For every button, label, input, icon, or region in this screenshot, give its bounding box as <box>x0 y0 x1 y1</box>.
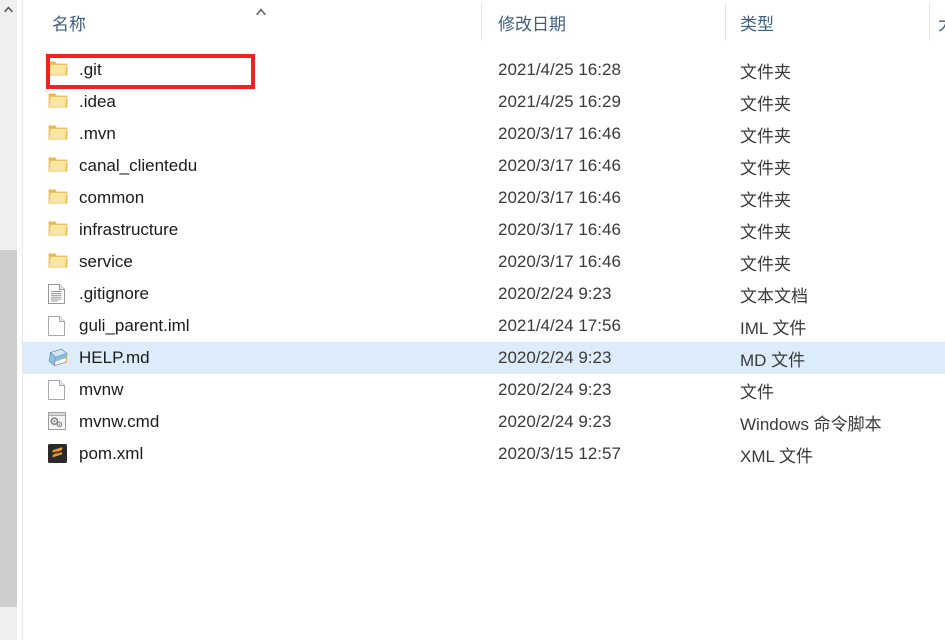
file-name-cell[interactable]: .mvn <box>23 118 116 150</box>
file-type-cell: XML 文件 <box>740 446 814 466</box>
table-row[interactable]: service 2020/3/17 16:46 文件夹 <box>23 246 945 278</box>
file-name-cell[interactable]: .idea <box>23 86 116 118</box>
date-modified-cell: 2020/2/24 9:23 <box>498 380 612 399</box>
file-name-label: mvnw <box>79 380 124 399</box>
column-separator-1[interactable] <box>481 3 482 41</box>
date-modified-cell: 2020/2/24 9:23 <box>498 284 612 303</box>
file-name-label: mvnw.cmd <box>79 412 160 431</box>
file-type-cell: MD 文件 <box>740 350 806 370</box>
date-modified-cell: 2020/3/17 16:46 <box>498 124 621 143</box>
folder-icon <box>48 92 68 112</box>
table-row[interactable]: HELP.md 2020/2/24 9:23 MD 文件 <box>23 342 945 374</box>
file-name-label: .mvn <box>79 124 116 143</box>
file-type-cell: 文件夹 <box>740 62 791 82</box>
file-name-label: infrastructure <box>79 220 179 239</box>
file-name-label: canal_clientedu <box>79 156 198 175</box>
file-type-cell: 文件 <box>740 382 774 402</box>
date-modified-cell: 2021/4/24 17:56 <box>498 316 621 335</box>
date-modified-cell: 2020/2/24 9:23 <box>498 412 612 431</box>
table-row[interactable]: .mvn 2020/3/17 16:46 文件夹 <box>23 118 945 150</box>
date-modified-cell: 2020/3/17 16:46 <box>498 252 621 271</box>
file-list-rows: .git 2021/4/25 16:28 文件夹 .idea 2021/4/25 16:… <box>23 54 945 470</box>
file-name-cell[interactable]: service <box>23 246 133 278</box>
file-type-cell: 文件夹 <box>740 190 791 210</box>
table-row[interactable]: .gitignore 2020/2/24 9:23 文本文档 <box>23 278 945 310</box>
sublime-text-icon <box>48 444 68 464</box>
markdown-notepad-icon <box>48 348 68 368</box>
file-name-cell[interactable]: HELP.md <box>23 342 150 374</box>
file-name-cell[interactable]: mvnw <box>23 374 123 406</box>
sort-ascending-icon <box>251 5 271 19</box>
table-row[interactable]: common 2020/3/17 16:46 文件夹 <box>23 182 945 214</box>
table-row[interactable]: mvnw 2020/2/24 9:23 文件 <box>23 374 945 406</box>
blank-document-icon <box>48 316 68 336</box>
file-name-cell[interactable]: pom.xml <box>23 438 143 470</box>
column-header-name-label: 名称 <box>52 14 86 34</box>
file-name-cell[interactable]: common <box>23 182 144 214</box>
text-document-icon <box>48 284 68 304</box>
table-row[interactable]: canal_clientedu 2020/3/17 16:46 文件夹 <box>23 150 945 182</box>
folder-icon <box>48 188 68 208</box>
column-header-date-modified[interactable]: 修改日期 <box>498 0 708 44</box>
file-name-cell[interactable]: mvnw.cmd <box>23 406 159 438</box>
file-type-cell: 文件夹 <box>740 254 791 274</box>
column-separator-2[interactable] <box>725 3 726 41</box>
folder-icon <box>48 252 68 272</box>
date-modified-cell: 2020/3/17 16:46 <box>498 156 621 175</box>
scrollbar-thumb[interactable] <box>0 250 17 607</box>
table-row[interactable]: infrastructure 2020/3/17 16:46 文件夹 <box>23 214 945 246</box>
file-name-cell[interactable]: .gitignore <box>23 278 149 310</box>
file-type-cell: Windows 命令脚本 <box>740 414 882 434</box>
file-name-cell[interactable]: canal_clientedu <box>23 150 197 182</box>
file-type-cell: 文件夹 <box>740 126 791 146</box>
folder-icon <box>48 124 68 144</box>
file-name-label: guli_parent.iml <box>79 316 190 335</box>
column-header-size-label: 大 <box>938 10 945 35</box>
file-name-label: service <box>79 252 133 271</box>
column-header-row: 名称 修改日期 类型 大 <box>23 0 945 44</box>
date-modified-cell: 2020/3/17 16:46 <box>498 220 621 239</box>
column-header-type[interactable]: 类型 <box>740 0 920 44</box>
column-header-date-label: 修改日期 <box>498 14 566 34</box>
date-modified-cell: 2021/4/25 16:28 <box>498 60 621 79</box>
column-separator-3[interactable] <box>929 3 930 41</box>
table-row[interactable]: mvnw.cmd 2020/2/24 9:23 Windows 命令脚本 <box>23 406 945 438</box>
file-name-cell[interactable]: infrastructure <box>23 214 178 246</box>
file-explorer-window: 名称 修改日期 类型 大 .git2021/4/25 16:28文件夹.idea… <box>0 0 945 640</box>
file-type-cell: 文件夹 <box>740 94 791 114</box>
file-type-cell: 文件夹 <box>740 158 791 178</box>
scroll-up-button[interactable] <box>0 0 17 17</box>
table-row[interactable]: .git 2021/4/25 16:28 文件夹 <box>23 54 945 86</box>
column-header-size[interactable]: 大 <box>938 0 945 44</box>
chevron-up-icon <box>3 5 14 13</box>
date-modified-cell: 2020/3/15 12:57 <box>498 444 621 463</box>
blank-document-icon <box>48 380 68 400</box>
folder-icon <box>48 60 68 80</box>
file-type-cell: 文件夹 <box>740 222 791 242</box>
date-modified-cell: 2021/4/25 16:29 <box>498 92 621 111</box>
cmd-script-icon <box>48 412 68 432</box>
file-name-label: HELP.md <box>79 348 150 367</box>
folder-icon <box>48 220 68 240</box>
file-name-cell[interactable]: .git <box>23 54 102 86</box>
file-type-cell: IML 文件 <box>740 318 807 338</box>
vertical-scrollbar[interactable] <box>0 0 17 640</box>
file-name-label: .idea <box>79 92 116 111</box>
column-header-type-label: 类型 <box>740 14 774 34</box>
table-row[interactable]: .idea 2021/4/25 16:29 文件夹 <box>23 86 945 118</box>
file-name-label: pom.xml <box>79 444 144 463</box>
date-modified-cell: 2020/3/17 16:46 <box>498 188 621 207</box>
file-name-cell[interactable]: guli_parent.iml <box>23 310 190 342</box>
column-header-name[interactable]: 名称 <box>52 0 252 44</box>
file-name-label: .gitignore <box>79 284 149 303</box>
date-modified-cell: 2020/2/24 9:23 <box>498 348 612 367</box>
folder-icon <box>48 156 68 176</box>
file-type-cell: 文本文档 <box>740 286 808 306</box>
table-row[interactable]: guli_parent.iml 2021/4/24 17:56 IML 文件 <box>23 310 945 342</box>
table-row[interactable]: pom.xml 2020/3/15 12:57 XML 文件 <box>23 438 945 470</box>
file-list-pane: 名称 修改日期 类型 大 .git2021/4/25 16:28文件夹.idea… <box>23 0 945 640</box>
file-name-label: common <box>79 188 145 207</box>
file-name-label: .git <box>79 60 102 79</box>
